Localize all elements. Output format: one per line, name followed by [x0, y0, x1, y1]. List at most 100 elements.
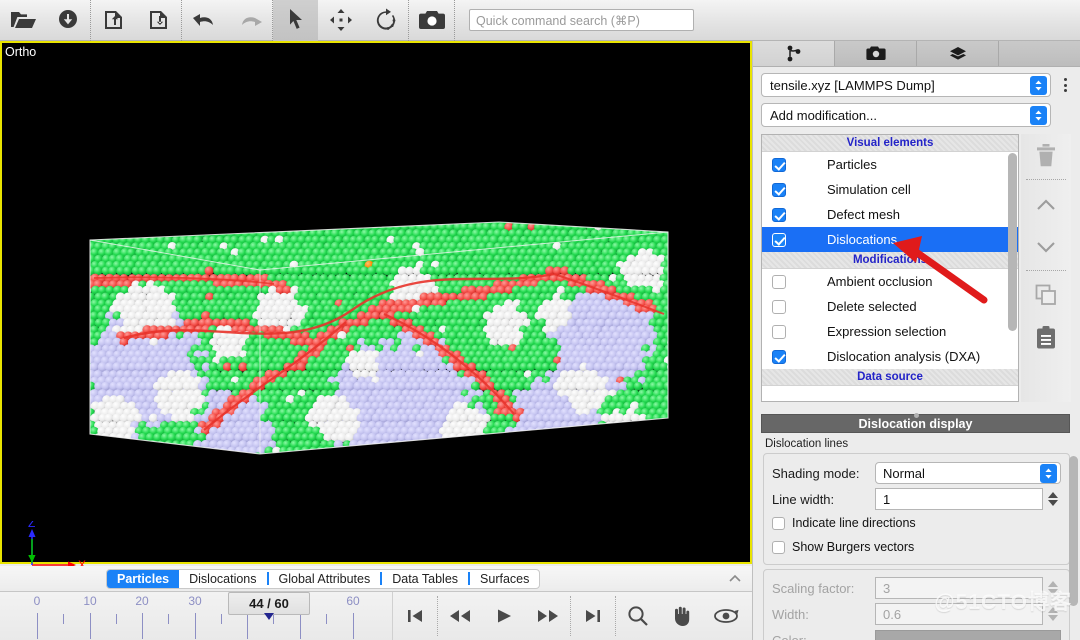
- play-button[interactable]: [482, 594, 526, 638]
- checkbox-delete-selected[interactable]: [772, 300, 786, 314]
- timeline-minor-tick: [221, 614, 222, 624]
- timeline-major-tick: [300, 613, 301, 639]
- show-burgers-label: Show Burgers vectors: [792, 540, 914, 554]
- checkbox-expression-selection[interactable]: [772, 325, 786, 339]
- data-tab-data-tables[interactable]: Data Tables: [382, 569, 468, 589]
- line-width-stepper[interactable]: [1046, 491, 1061, 507]
- import-remote-file-icon[interactable]: [45, 0, 90, 41]
- duplicate-button[interactable]: [1024, 274, 1068, 316]
- data-tab-surfaces[interactable]: Surfaces: [470, 569, 539, 589]
- timeline-tick-label: 20: [135, 594, 148, 608]
- quick-command-search-input[interactable]: Quick command search (⌘P): [469, 9, 694, 31]
- line-width-row: Line width: 1: [772, 486, 1061, 512]
- scrollbar-thumb[interactable]: [1008, 153, 1017, 331]
- zoom-tool-icon[interactable]: [616, 594, 660, 638]
- orbit-tool-icon[interactable]: [704, 594, 748, 638]
- data-tab-particles[interactable]: Particles: [107, 569, 179, 589]
- checkbox-show-burgers-vectors[interactable]: [772, 541, 785, 554]
- panel-splitter[interactable]: [753, 405, 1080, 414]
- timeline-minor-tick: [168, 614, 169, 624]
- checkbox-simulation-cell[interactable]: [772, 183, 786, 197]
- viewport-label[interactable]: Ortho: [5, 45, 36, 59]
- save-session-state-icon[interactable]: [136, 0, 181, 41]
- chevron-down-icon: [1035, 239, 1057, 254]
- delete-modifier-button[interactable]: [1024, 134, 1068, 176]
- side-divider: [1026, 270, 1066, 271]
- timeline-thumb[interactable]: [264, 613, 274, 620]
- data-tab-global-attributes[interactable]: Global Attributes: [269, 569, 381, 589]
- svg-text:Z: Z: [28, 521, 35, 530]
- pan-tool-icon[interactable]: [660, 594, 704, 638]
- undo-icon[interactable]: [182, 0, 227, 41]
- chevron-updown-icon[interactable]: [1030, 76, 1047, 95]
- checkbox-dislocations[interactable]: [772, 233, 786, 247]
- pipeline-item-dislocation-analysis[interactable]: Dislocation analysis (DXA): [762, 344, 1018, 369]
- chevron-updown-icon[interactable]: [1030, 106, 1047, 125]
- checkbox-ambient-occlusion[interactable]: [772, 275, 786, 289]
- timeline-major-tick: [247, 613, 248, 639]
- rotate-tool-icon[interactable]: [363, 0, 408, 41]
- render-tab[interactable]: [835, 41, 917, 66]
- pipeline-item-label: Dislocation analysis (DXA): [827, 349, 980, 364]
- section-visual-elements: Visual elements: [762, 135, 1018, 152]
- open-file-icon[interactable]: [0, 0, 45, 41]
- color-row: Color:: [772, 627, 1061, 640]
- pipeline-icon: [786, 45, 802, 62]
- go-to-end-button[interactable]: [571, 594, 615, 638]
- pipeline-item-defect-mesh[interactable]: Defect mesh: [762, 202, 1018, 227]
- width-label: Width:: [772, 607, 875, 622]
- pipeline-item-partial[interactable]: [762, 386, 1018, 402]
- move-down-button[interactable]: [1024, 225, 1068, 267]
- data-tab-dislocations[interactable]: Dislocations: [179, 569, 266, 589]
- viewport-3d[interactable]: Ortho: [0, 41, 752, 564]
- next-frame-button[interactable]: [526, 594, 570, 638]
- load-session-state-icon[interactable]: [91, 0, 136, 41]
- pipeline-item-label: Expression selection: [827, 324, 946, 339]
- previous-frame-button[interactable]: [438, 594, 482, 638]
- simulation-render: [84, 218, 674, 458]
- move-tool-icon[interactable]: [318, 0, 363, 41]
- current-frame-indicator[interactable]: 44 / 60: [228, 592, 310, 615]
- indicate-directions-row[interactable]: Indicate line directions: [772, 512, 1061, 534]
- redo-icon[interactable]: [227, 0, 272, 41]
- pipeline-tab[interactable]: [753, 41, 835, 66]
- pipeline-menu-button[interactable]: [1056, 78, 1074, 92]
- add-modification-combo[interactable]: Add modification...: [761, 103, 1051, 127]
- pipeline-item-ambient-occlusion[interactable]: Ambient occlusion: [762, 269, 1018, 294]
- pipeline-item-delete-selected[interactable]: Delete selected: [762, 294, 1018, 319]
- checkbox-indicate-line-directions[interactable]: [772, 517, 785, 530]
- line-width-input[interactable]: 1: [875, 488, 1043, 510]
- shading-mode-select[interactable]: Normal: [875, 462, 1061, 484]
- burgers-color-swatch[interactable]: [875, 630, 1061, 640]
- render-camera-icon[interactable]: [409, 0, 454, 41]
- data-inspector-tabs: Particles Dislocations Global Attributes…: [106, 569, 540, 589]
- pipeline-item-simulation-cell[interactable]: Simulation cell: [762, 177, 1018, 202]
- copy-icon: [1034, 283, 1058, 307]
- add-modification-row: Add modification...: [753, 97, 1080, 127]
- pipeline-list[interactable]: Visual elements Particles Simulation cel…: [761, 134, 1019, 402]
- overlays-tab[interactable]: [917, 41, 999, 66]
- checkbox-particles[interactable]: [772, 158, 786, 172]
- side-divider: [1026, 179, 1066, 180]
- show-burgers-row[interactable]: Show Burgers vectors: [772, 536, 1061, 558]
- pipeline-item-expression-selection[interactable]: Expression selection: [762, 319, 1018, 344]
- toolbar-separator: [454, 0, 455, 41]
- chevron-up-icon: [1035, 197, 1057, 212]
- data-source-combo[interactable]: tensile.xyz [LAMMPS Dump]: [761, 73, 1051, 97]
- chevron-up-icon[interactable]: [728, 570, 742, 588]
- chevron-updown-icon[interactable]: [1040, 464, 1057, 483]
- pipeline-item-particles[interactable]: Particles: [762, 152, 1018, 177]
- timeline-major-tick: [90, 613, 91, 639]
- scrollbar-thumb[interactable]: [1069, 456, 1078, 606]
- go-to-start-button[interactable]: [393, 594, 437, 638]
- paste-button[interactable]: [1024, 316, 1068, 358]
- pipeline-item-dislocations[interactable]: Dislocations: [762, 227, 1018, 252]
- checkbox-dislocation-analysis[interactable]: [772, 350, 786, 364]
- checkbox-defect-mesh[interactable]: [772, 208, 786, 222]
- select-tool-icon[interactable]: [273, 0, 318, 41]
- timeline-ruler[interactable]: 010203060: [0, 592, 390, 640]
- axis-y: Y: [28, 539, 36, 566]
- watermark: @51CTO博客: [934, 586, 1072, 616]
- move-up-button[interactable]: [1024, 183, 1068, 225]
- pipeline-list-scrollbar[interactable]: [1008, 153, 1017, 385]
